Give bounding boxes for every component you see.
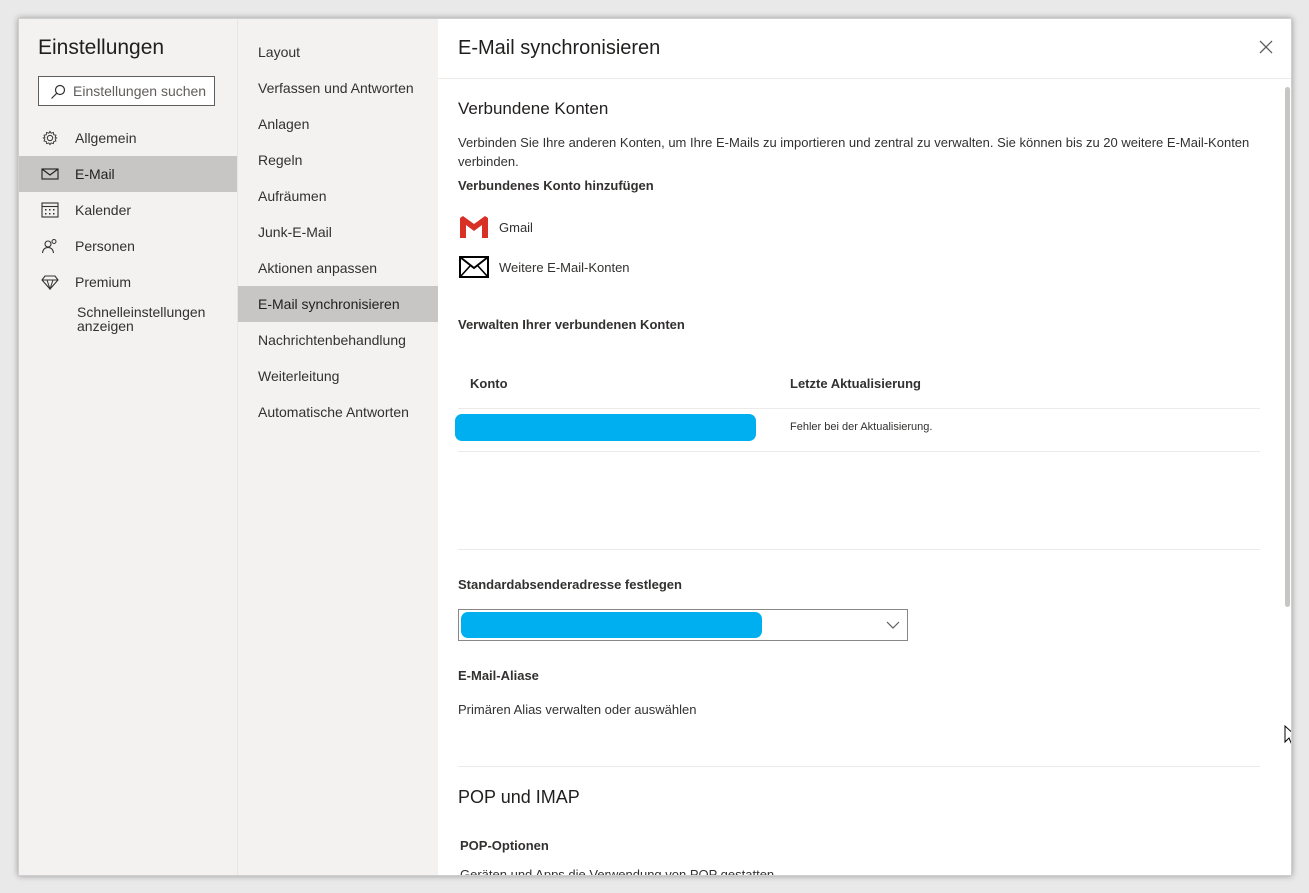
people-icon: [41, 239, 57, 254]
account-status: Fehler bei der Aktualisierung.: [790, 421, 933, 433]
mouse-pointer-icon: [1284, 725, 1291, 744]
quick-settings-line1: Schnelleinstellungen: [77, 304, 206, 320]
quick-settings-line2: anzeigen: [77, 318, 134, 334]
nav-item-label: E-Mail: [75, 166, 115, 182]
manage-accounts-heading: Verwalten Ihrer verbundenen Konten: [458, 317, 685, 332]
nav-item-label: Premium: [75, 274, 132, 290]
settings-search-box[interactable]: [38, 76, 215, 106]
nav-item-allgemein[interactable]: Allgemein: [19, 120, 237, 156]
nav-item-label: Kalender: [75, 202, 132, 218]
pop-options-heading: POP-Optionen: [460, 838, 549, 853]
subnav-auto-antworten[interactable]: Automatische Antworten: [238, 394, 438, 430]
pop-imap-heading: POP und IMAP: [458, 787, 580, 807]
section-divider-2: [458, 766, 1260, 767]
gmail-icon: [460, 216, 488, 238]
page-title: E-Mail synchronisieren: [458, 37, 661, 59]
mail-icon: [41, 168, 59, 180]
chevron-down-icon: [886, 621, 900, 629]
default-sender-dropdown[interactable]: [458, 609, 908, 641]
content-pane: E-Mail synchronisieren Verbundene Konten…: [438, 19, 1291, 875]
nav-item-premium[interactable]: Premium: [19, 264, 237, 300]
subnav-email-sync[interactable]: E-Mail synchronisieren: [238, 286, 438, 322]
subnav-aufraeumen[interactable]: Aufräumen: [238, 178, 438, 214]
column-header-last-update: Letzte Aktualisierung: [790, 376, 921, 391]
connected-accounts-description: Verbinden Sie Ihre anderen Konten, um Ih…: [458, 135, 1250, 169]
other-accounts-label: Weitere E-Mail-Konten: [499, 259, 630, 275]
section-divider: [458, 549, 1260, 550]
subnav-weiterleitung[interactable]: Weiterleitung: [238, 358, 438, 394]
nav-item-label: Personen: [75, 238, 135, 254]
subnav-regeln[interactable]: Regeln: [238, 142, 438, 178]
close-icon[interactable]: [1259, 40, 1273, 54]
redacted-account-name[interactable]: [455, 414, 756, 441]
manage-alias-link[interactable]: Primären Alias verwalten oder auswählen: [458, 702, 696, 717]
diamond-icon: [41, 275, 59, 290]
gear-icon: [42, 130, 58, 146]
subnav-anlagen[interactable]: Anlagen: [238, 106, 438, 142]
primary-nav: Einstellungen Allgemein E-Mail: [19, 19, 237, 875]
table-header-divider: [458, 408, 1260, 409]
subnav-verfassen[interactable]: Verfassen und Antworten: [238, 70, 438, 106]
search-icon: [51, 84, 66, 99]
table-row-divider: [458, 451, 1260, 452]
content-scrollbar[interactable]: [1283, 87, 1291, 607]
subnav-layout[interactable]: Layout: [238, 34, 438, 70]
calendar-icon: [41, 202, 59, 218]
nav-item-label: Allgemein: [75, 130, 137, 146]
settings-search-input[interactable]: [73, 77, 211, 105]
aliases-heading: E-Mail-Aliase: [458, 668, 539, 683]
subnav-nachrichten[interactable]: Nachrichtenbehandlung: [238, 322, 438, 358]
default-sender-label: Standardabsenderadresse festlegen: [458, 577, 682, 592]
add-account-heading: Verbundenes Konto hinzufügen: [458, 178, 654, 193]
nav-item-kalender[interactable]: Kalender: [19, 192, 237, 228]
pop-allow-text: Geräten und Apps die Verwendung von POP …: [460, 867, 775, 876]
redacted-sender-address: [461, 612, 762, 638]
content-header: E-Mail synchronisieren: [438, 19, 1291, 79]
secondary-nav: Layout Verfassen und Antworten Anlagen R…: [237, 19, 438, 875]
gmail-label: Gmail: [499, 219, 533, 235]
subnav-aktionen[interactable]: Aktionen anpassen: [238, 250, 438, 286]
quick-settings-link[interactable]: Schnelleinstellungen anzeigen: [77, 305, 227, 333]
settings-dialog: Einstellungen Allgemein E-Mail: [18, 18, 1292, 876]
nav-item-personen[interactable]: Personen: [19, 228, 237, 264]
envelope-icon: [459, 256, 489, 278]
nav-item-email[interactable]: E-Mail: [19, 156, 237, 192]
add-other-account-option[interactable]: Weitere E-Mail-Konten: [458, 252, 698, 282]
add-gmail-option[interactable]: Gmail: [458, 212, 698, 242]
column-header-konto: Konto: [470, 376, 508, 391]
connected-accounts-heading: Verbundene Konten: [458, 99, 609, 118]
scrollbar-thumb[interactable]: [1285, 87, 1290, 607]
settings-title: Einstellungen: [38, 36, 165, 59]
subnav-junk-email[interactable]: Junk-E-Mail: [238, 214, 438, 250]
